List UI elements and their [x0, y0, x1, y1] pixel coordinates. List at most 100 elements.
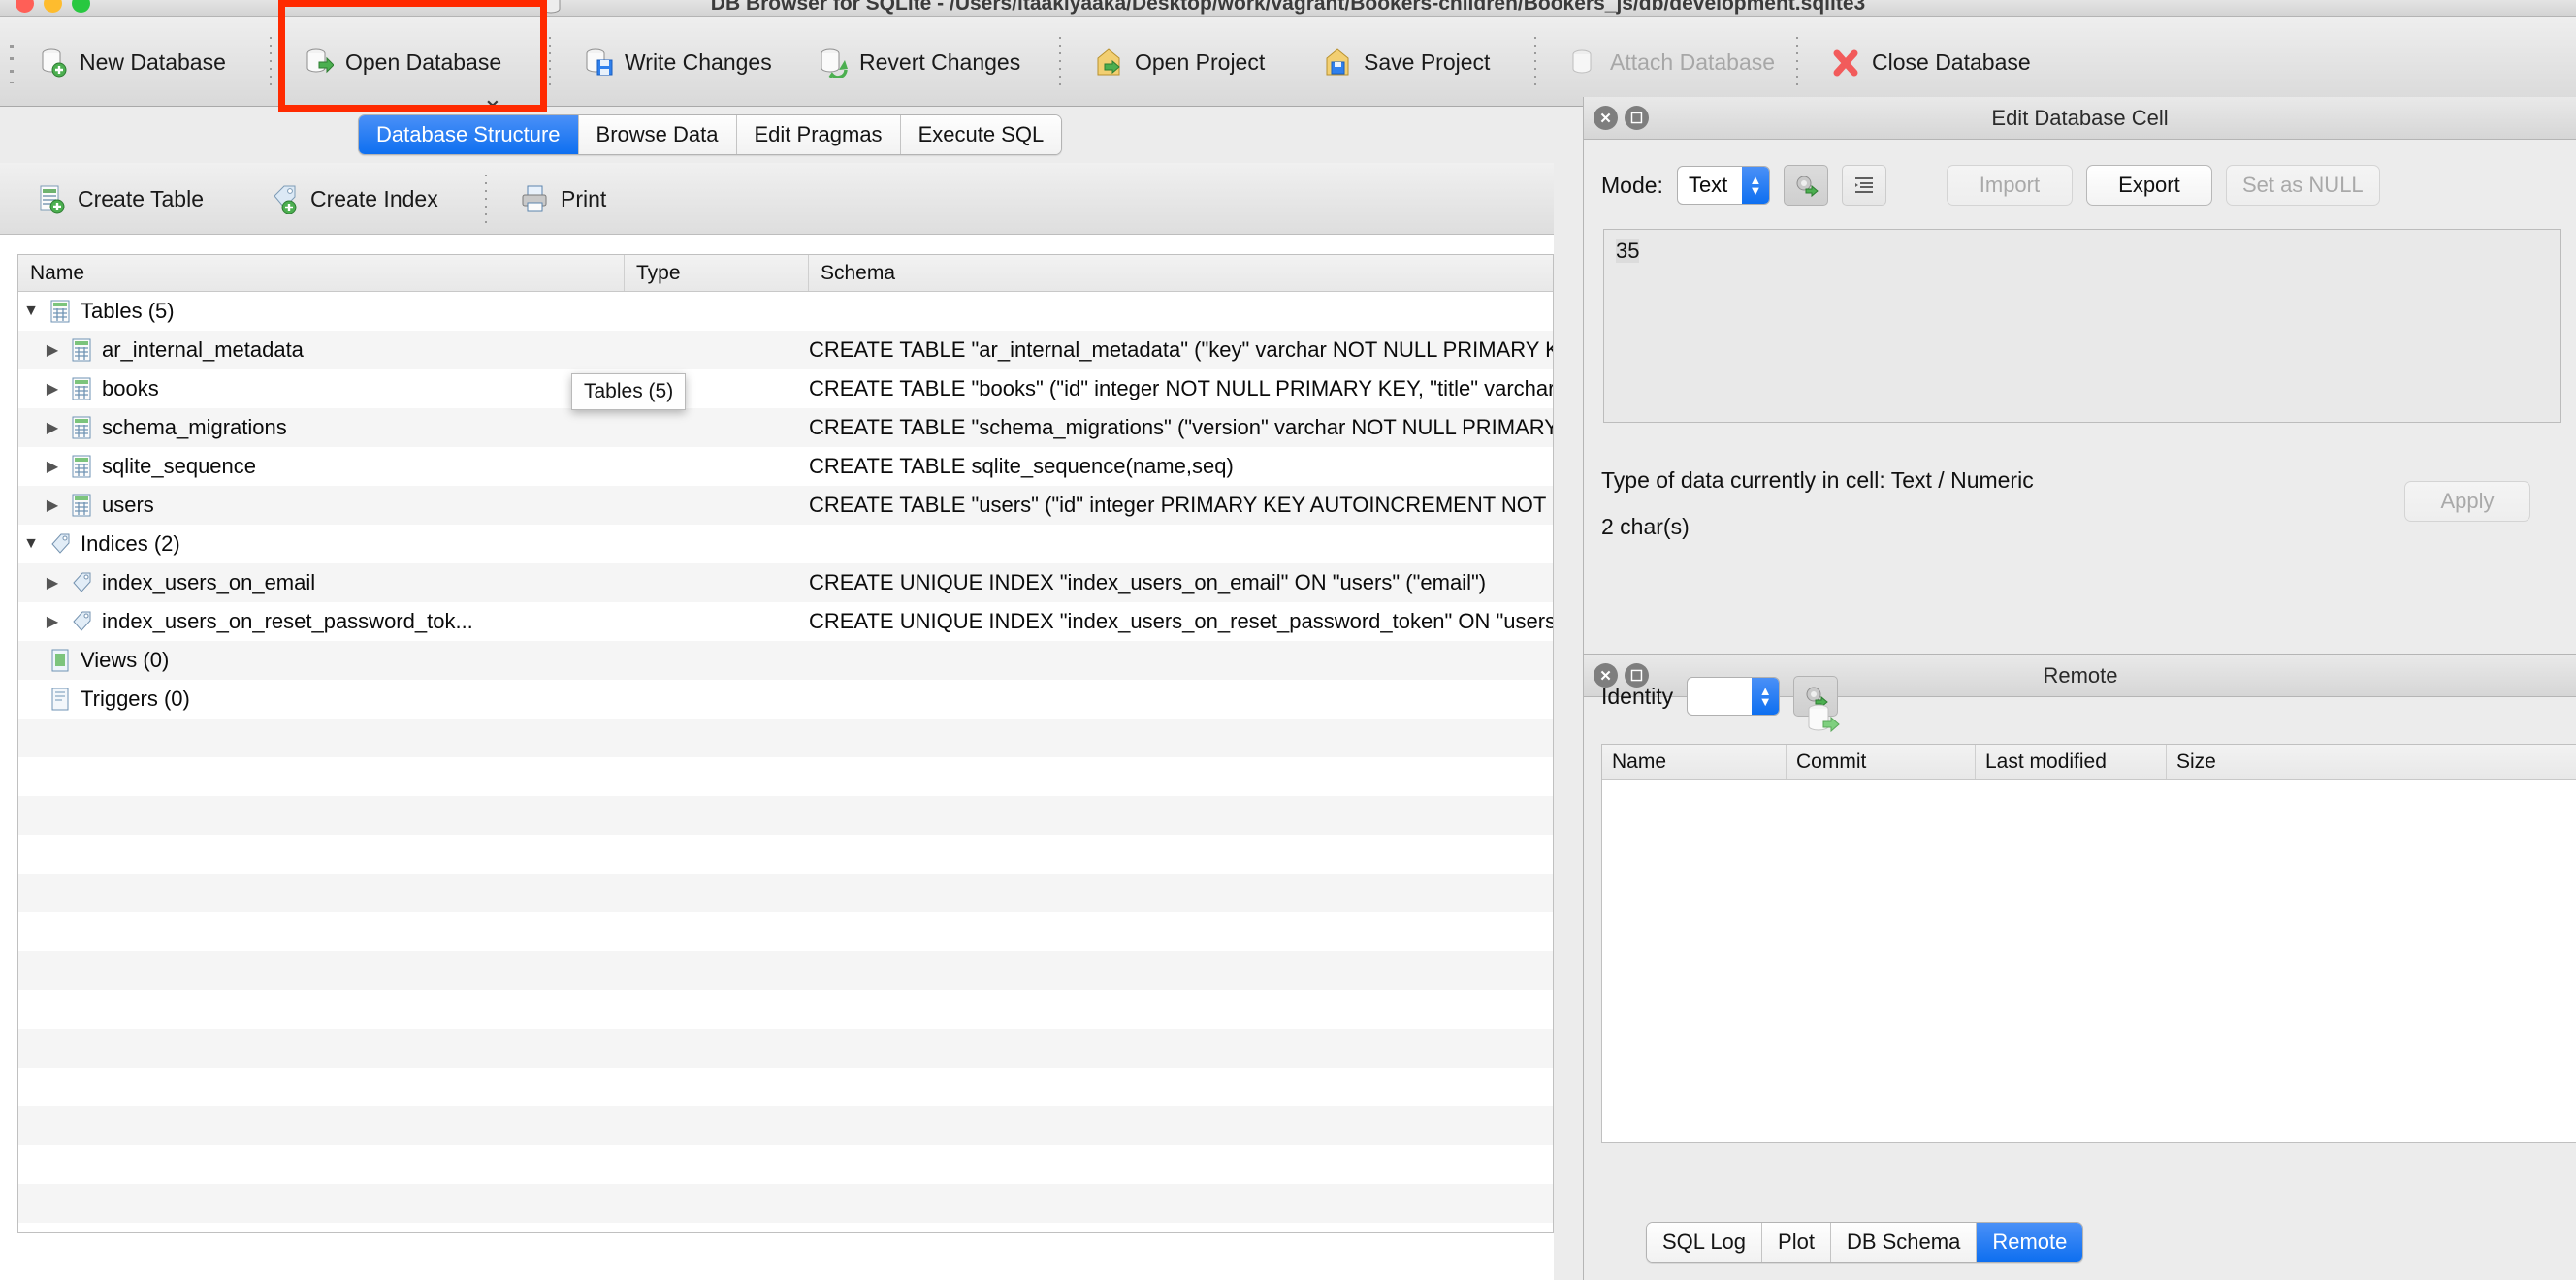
- structure-toolbar-separator: [485, 175, 487, 223]
- tree-header-type[interactable]: Type: [625, 255, 809, 291]
- save-project-button[interactable]: Save Project: [1305, 17, 1507, 107]
- twisty-collapsed-icon[interactable]: ▶: [40, 418, 65, 437]
- edit-cell-panel-title: Edit Database Cell: [1991, 105, 2169, 130]
- new-database-button[interactable]: New Database: [21, 17, 243, 107]
- open-database-dropdown-chevron-icon[interactable]: ⌄: [482, 83, 503, 113]
- main-toolbar: New Database Open Database ⌄ Write Chang…: [0, 17, 2576, 112]
- index-group-icon: [44, 532, 77, 556]
- write-changes-button[interactable]: Write Changes: [566, 17, 789, 107]
- import-button[interactable]: Import: [1946, 165, 2073, 206]
- tree-row-schema: CREATE TABLE "books" ("id" integer NOT N…: [809, 376, 1553, 400]
- tree-row[interactable]: ▶ ar_internal_metadata CREATE TABLE "ar_in…: [18, 331, 1553, 369]
- word-wrap-button[interactable]: [1841, 165, 1886, 206]
- chevron-updown-icon: ▲ ▼: [1741, 167, 1769, 204]
- toolbar-separator: [1534, 37, 1536, 89]
- tree-row-name: users: [102, 493, 154, 517]
- open-database-label: Open Database: [345, 48, 502, 75]
- twisty-collapsed-icon[interactable]: ▶: [40, 496, 65, 515]
- tree-row[interactable]: ▶ index_users_on_email CREATE UNIQUE INDEX…: [18, 563, 1553, 602]
- tree-row-schema: CREATE TABLE "schema_migrations" ("versi…: [809, 415, 1553, 439]
- cell-value-editor[interactable]: 35: [1603, 229, 2561, 423]
- database-open-icon: [305, 47, 335, 78]
- tree-empty-row: [18, 757, 1553, 796]
- mode-select[interactable]: Text ▲ ▼: [1676, 166, 1770, 205]
- set-as-null-button[interactable]: Set as NULL: [2225, 165, 2380, 206]
- remote-header-last-modified[interactable]: Last modified: [1976, 745, 2167, 779]
- bottom-tab-remote[interactable]: Remote: [1977, 1223, 2083, 1262]
- attach-database-button[interactable]: Attach Database: [1552, 17, 1792, 107]
- remote-header-commit[interactable]: Commit: [1787, 745, 1976, 779]
- toolbar-separator: [1059, 37, 1061, 89]
- tab-database-structure[interactable]: Database Structure: [359, 115, 579, 154]
- identity-label: Identity: [1601, 683, 1674, 709]
- database-structure-tree: Name Type Schema ▼ Tables (5) ▶ ar_internal…: [17, 254, 1554, 1233]
- window-title: DB Browser for SQLite - /Users/itaakiyaa…: [710, 0, 1866, 15]
- vertical-splitter[interactable]: [1554, 107, 1583, 1280]
- tab-browse-data[interactable]: Browse Data: [578, 115, 737, 154]
- tree-row-name: Indices (2): [80, 531, 180, 556]
- open-project-button[interactable]: Open Project: [1077, 17, 1282, 107]
- tree-header-name[interactable]: Name: [18, 255, 625, 291]
- create-index-label: Create Index: [310, 185, 438, 211]
- remote-push-button[interactable]: [1805, 701, 1840, 743]
- tree-row[interactable]: ▼ Indices (2): [18, 525, 1553, 563]
- edit-cell-close-icon[interactable]: ✕: [1594, 106, 1618, 130]
- tab-edit-pragmas[interactable]: Edit Pragmas: [736, 115, 901, 154]
- tree-row-name: ar_internal_metadata: [102, 337, 304, 362]
- export-button[interactable]: Export: [2085, 165, 2212, 206]
- tree-row-schema: CREATE UNIQUE INDEX "index_users_on_emai…: [809, 570, 1487, 594]
- tree-row[interactable]: Triggers (0): [18, 680, 1553, 719]
- create-table-icon: [37, 183, 66, 214]
- tab-execute-sql[interactable]: Execute SQL: [900, 115, 1062, 154]
- create-index-button[interactable]: Create Index: [254, 163, 454, 235]
- table-icon: [65, 338, 98, 362]
- remote-header-name[interactable]: Name: [1602, 745, 1787, 779]
- twisty-collapsed-icon[interactable]: ▶: [40, 379, 65, 399]
- tree-row[interactable]: ▶ books CREATE TABLE "books" ("id" integer…: [18, 369, 1553, 408]
- twisty-collapsed-icon[interactable]: ▶: [40, 340, 65, 360]
- tree-row[interactable]: ▶ schema_migrations CREATE TABLE "schema_m…: [18, 408, 1553, 447]
- tree-bottom-gap: [0, 1233, 1554, 1280]
- trigger-icon: [44, 688, 77, 711]
- print-button[interactable]: Print: [504, 163, 622, 235]
- close-database-button[interactable]: Close Database: [1814, 17, 2048, 107]
- tree-empty-row: [18, 796, 1553, 835]
- revert-changes-button[interactable]: Revert Changes: [801, 17, 1038, 107]
- edit-cell-float-icon[interactable]: ☐: [1625, 106, 1649, 130]
- tree-row-schema: CREATE TABLE "ar_internal_metadata" ("ke…: [809, 337, 1553, 362]
- table-icon: [65, 416, 98, 439]
- bottom-tab-db-schema[interactable]: DB Schema: [1830, 1223, 1978, 1262]
- bottom-tab-plot[interactable]: Plot: [1762, 1223, 1831, 1262]
- apply-button[interactable]: Apply: [2404, 481, 2530, 522]
- tree-header-schema[interactable]: Schema: [809, 255, 1553, 291]
- database-attach-icon: [1569, 47, 1598, 78]
- project-save-icon: [1323, 47, 1352, 78]
- twisty-collapsed-icon[interactable]: ▶: [40, 612, 65, 631]
- tree-row[interactable]: ▶ index_users_on_reset_password_tok... CRE…: [18, 602, 1553, 641]
- twisty-collapsed-icon[interactable]: ▶: [40, 457, 65, 476]
- printer-icon: [520, 183, 549, 214]
- bottom-tab-sql-log[interactable]: SQL Log: [1647, 1223, 1763, 1262]
- attach-database-label: Attach Database: [1610, 48, 1776, 75]
- create-table-button[interactable]: Create Table: [21, 163, 219, 235]
- tree-empty-row: [18, 912, 1553, 951]
- view-icon: [44, 649, 77, 672]
- tree-row[interactable]: Views (0): [18, 641, 1553, 680]
- tree-empty-row: [18, 874, 1553, 912]
- right-dock: ✕ ☐ Edit Database Cell Mode: Text ▲ ▼ Im…: [1583, 97, 2576, 1280]
- remote-table-header-row: Name Commit Last modified Size: [1602, 745, 2576, 780]
- twisty-collapsed-icon[interactable]: ▶: [40, 573, 65, 592]
- close-database-label: Close Database: [1872, 48, 2031, 75]
- twisty-expanded-icon[interactable]: ▼: [18, 303, 44, 320]
- apply-data-button[interactable]: [1783, 165, 1828, 206]
- twisty-expanded-icon[interactable]: ▼: [18, 535, 44, 553]
- remote-header-size[interactable]: Size: [2167, 745, 2576, 779]
- remote-panel: ✕ ☐ Remote Identity ▲ ▼ Name Commit Last…: [1584, 654, 2576, 1280]
- identity-select[interactable]: ▲ ▼: [1687, 677, 1781, 716]
- tree-row[interactable]: ▼ Tables (5): [18, 292, 1553, 331]
- tree-row[interactable]: ▶ sqlite_sequence CREATE TABLE sqlite_sequ…: [18, 447, 1553, 486]
- edit-cell-panel-titlebar: ✕ ☐ Edit Database Cell: [1584, 97, 2576, 140]
- window-titlebar: DB Browser for SQLite - /Users/itaakiyaa…: [0, 0, 2576, 17]
- tree-row[interactable]: ▶ users CREATE TABLE "users" ("id" integer…: [18, 486, 1553, 525]
- tree-row-name: index_users_on_reset_password_tok...: [102, 609, 473, 633]
